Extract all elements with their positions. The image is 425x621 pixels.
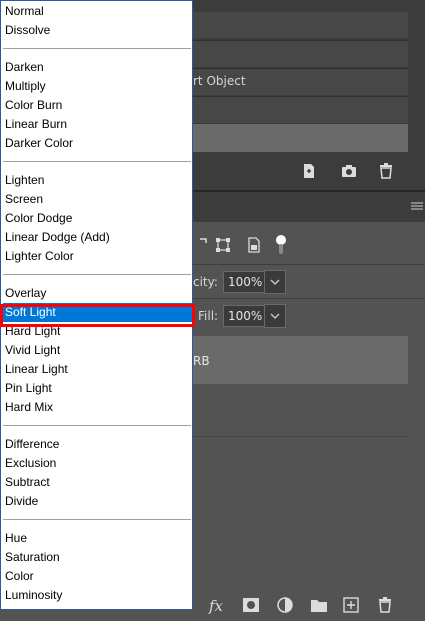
- layer-row[interactable]: [193, 386, 408, 437]
- blend-mode-item[interactable]: Saturation: [3, 548, 193, 567]
- history-row-smart-object[interactable]: rt Object: [193, 68, 408, 95]
- blend-mode-item[interactable]: Exclusion: [3, 454, 193, 473]
- blend-mode-item[interactable]: Lighten: [3, 171, 193, 190]
- history-row: [193, 40, 408, 67]
- folder-icon[interactable]: [310, 597, 328, 613]
- chevron-down-icon: [270, 313, 280, 319]
- trash-icon[interactable]: [376, 161, 396, 181]
- opacity-dropdown[interactable]: [264, 270, 286, 294]
- fill-dropdown[interactable]: [264, 304, 286, 328]
- blend-mode-item[interactable]: Difference: [3, 435, 193, 454]
- layers-panel-header: [193, 192, 425, 222]
- blend-mode-item[interactable]: Hard Mix: [3, 398, 193, 417]
- history-row-active[interactable]: [193, 124, 408, 152]
- document-icon[interactable]: [246, 236, 262, 254]
- new-document-icon[interactable]: [299, 161, 319, 181]
- menu-separator: [3, 425, 191, 426]
- blend-mode-item[interactable]: Linear Light: [3, 360, 193, 379]
- history-row: [193, 12, 408, 38]
- blend-mode-item[interactable]: Normal: [3, 2, 193, 21]
- blend-mode-item[interactable]: Linear Dodge (Add): [3, 228, 193, 247]
- blend-mode-item[interactable]: Vivid Light: [3, 341, 193, 360]
- fill-value: 100%: [228, 309, 263, 323]
- transform-icon[interactable]: [196, 236, 210, 254]
- blend-mode-item[interactable]: Darker Color: [3, 134, 193, 153]
- blend-mode-item[interactable]: Color Burn: [3, 96, 193, 115]
- blend-mode-item[interactable]: Color: [3, 567, 193, 586]
- blend-mode-item[interactable]: Linear Burn: [3, 115, 193, 134]
- blend-mode-item[interactable]: Lighter Color: [3, 247, 193, 266]
- blend-mode-item[interactable]: Multiply: [3, 77, 193, 96]
- artboard-icon[interactable]: [214, 236, 232, 254]
- new-layer-icon[interactable]: [342, 597, 360, 613]
- opacity-label: city:: [193, 275, 218, 289]
- blend-mode-item[interactable]: Overlay: [3, 284, 193, 303]
- history-row: [193, 96, 408, 123]
- blend-mode-item[interactable]: Darken: [3, 58, 193, 77]
- fill-label: Fill:: [198, 309, 219, 323]
- opacity-row-divider: [193, 298, 425, 299]
- mask-icon[interactable]: [242, 597, 260, 613]
- blend-mode-item[interactable]: Subtract: [3, 473, 193, 492]
- opacity-value: 100%: [228, 275, 263, 289]
- blend-mode-item[interactable]: Screen: [3, 190, 193, 209]
- adjustment-icon[interactable]: [276, 597, 294, 613]
- menu-separator: [3, 519, 191, 520]
- filter-row-divider: [193, 264, 425, 265]
- blend-mode-item[interactable]: Pin Light: [3, 379, 193, 398]
- trash-icon[interactable]: [376, 597, 394, 613]
- layer-row-selected[interactable]: RB: [193, 336, 408, 384]
- menu-separator: [3, 48, 191, 49]
- selection-highlight-box: [0, 304, 195, 327]
- smart-object-label: rt Object: [193, 74, 246, 88]
- panel-menu-icon[interactable]: [411, 200, 423, 210]
- blend-mode-item[interactable]: Hue: [3, 529, 193, 548]
- menu-separator: [3, 161, 191, 162]
- chevron-down-icon: [270, 279, 280, 285]
- layer-name: RB: [193, 354, 210, 368]
- camera-icon[interactable]: [339, 161, 359, 181]
- menu-separator: [3, 274, 191, 275]
- toggle-icon[interactable]: [274, 234, 288, 256]
- fx-icon[interactable]: fx: [209, 597, 223, 615]
- blend-mode-item[interactable]: Luminosity: [3, 586, 193, 605]
- blend-mode-item[interactable]: Dissolve: [3, 21, 193, 40]
- blend-mode-item[interactable]: Divide: [3, 492, 193, 511]
- blend-mode-item[interactable]: Color Dodge: [3, 209, 193, 228]
